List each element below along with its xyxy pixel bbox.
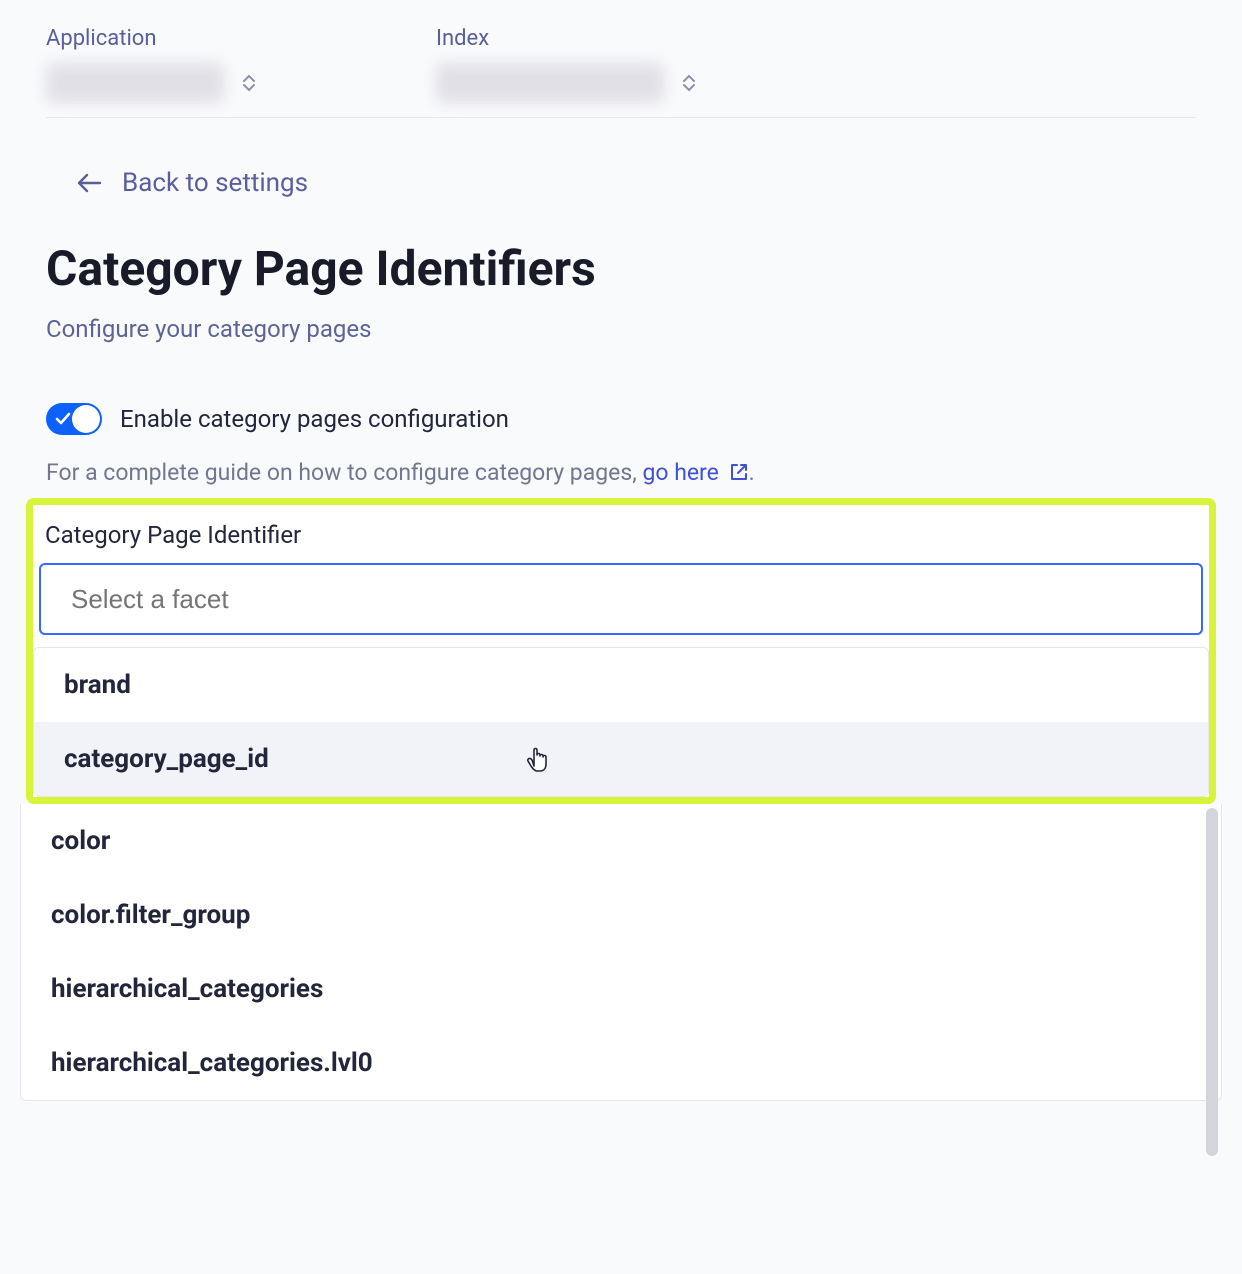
option-hierarchical-categories-lvl0[interactable]: hierarchical_categories.lvl0 xyxy=(21,1026,1221,1100)
pointer-cursor-icon xyxy=(524,740,552,774)
toggle-label: Enable category pages configuration xyxy=(120,405,509,433)
application-label: Application xyxy=(46,26,256,51)
facet-dropdown: brand category_page_id xyxy=(33,647,1209,797)
application-value-blurred xyxy=(46,63,224,103)
option-category-page-id[interactable]: category_page_id xyxy=(34,722,1208,796)
option-color[interactable]: color xyxy=(21,804,1221,878)
index-selector[interactable]: Index xyxy=(436,26,696,103)
facet-select-input[interactable] xyxy=(39,563,1203,635)
top-selectors: Application Index xyxy=(46,26,1196,103)
help-link-label: go here xyxy=(642,459,718,486)
arrow-left-icon xyxy=(76,172,102,194)
application-selector[interactable]: Application xyxy=(46,26,256,103)
option-brand[interactable]: brand xyxy=(34,648,1208,722)
chevron-down-icon xyxy=(682,83,696,93)
highlighted-region: Category Page Identifier brand category_… xyxy=(26,498,1216,804)
help-text-prefix: For a complete guide on how to configure… xyxy=(46,459,642,486)
enable-toggle[interactable] xyxy=(46,403,102,435)
back-to-settings-link[interactable]: Back to settings xyxy=(76,168,1196,198)
scrollbar[interactable] xyxy=(1206,808,1218,1156)
page-subtitle: Configure your category pages xyxy=(46,315,1196,343)
external-link-icon xyxy=(729,462,749,482)
application-stepper[interactable] xyxy=(242,73,256,93)
option-label: category_page_id xyxy=(64,744,269,774)
chevron-up-icon xyxy=(242,73,256,83)
index-label: Index xyxy=(436,26,696,51)
index-value-blurred xyxy=(436,63,664,103)
chevron-down-icon xyxy=(242,83,256,93)
enable-toggle-row: Enable category pages configuration xyxy=(46,403,1196,435)
toggle-knob xyxy=(72,405,100,433)
option-color-filter-group[interactable]: color.filter_group xyxy=(21,878,1221,952)
page-title: Category Page Identifiers xyxy=(46,240,1196,297)
index-stepper[interactable] xyxy=(682,73,696,93)
divider xyxy=(46,117,1196,118)
check-icon xyxy=(55,411,71,427)
help-text: For a complete guide on how to configure… xyxy=(46,459,1196,486)
section-label: Category Page Identifier xyxy=(45,505,1203,563)
help-link[interactable]: go here xyxy=(642,459,748,486)
chevron-up-icon xyxy=(682,73,696,83)
help-text-period: . xyxy=(749,459,755,486)
back-link-label: Back to settings xyxy=(122,168,308,198)
option-hierarchical-categories[interactable]: hierarchical_categories xyxy=(21,952,1221,1026)
facet-dropdown-continued: color color.filter_group hierarchical_ca… xyxy=(20,804,1222,1101)
